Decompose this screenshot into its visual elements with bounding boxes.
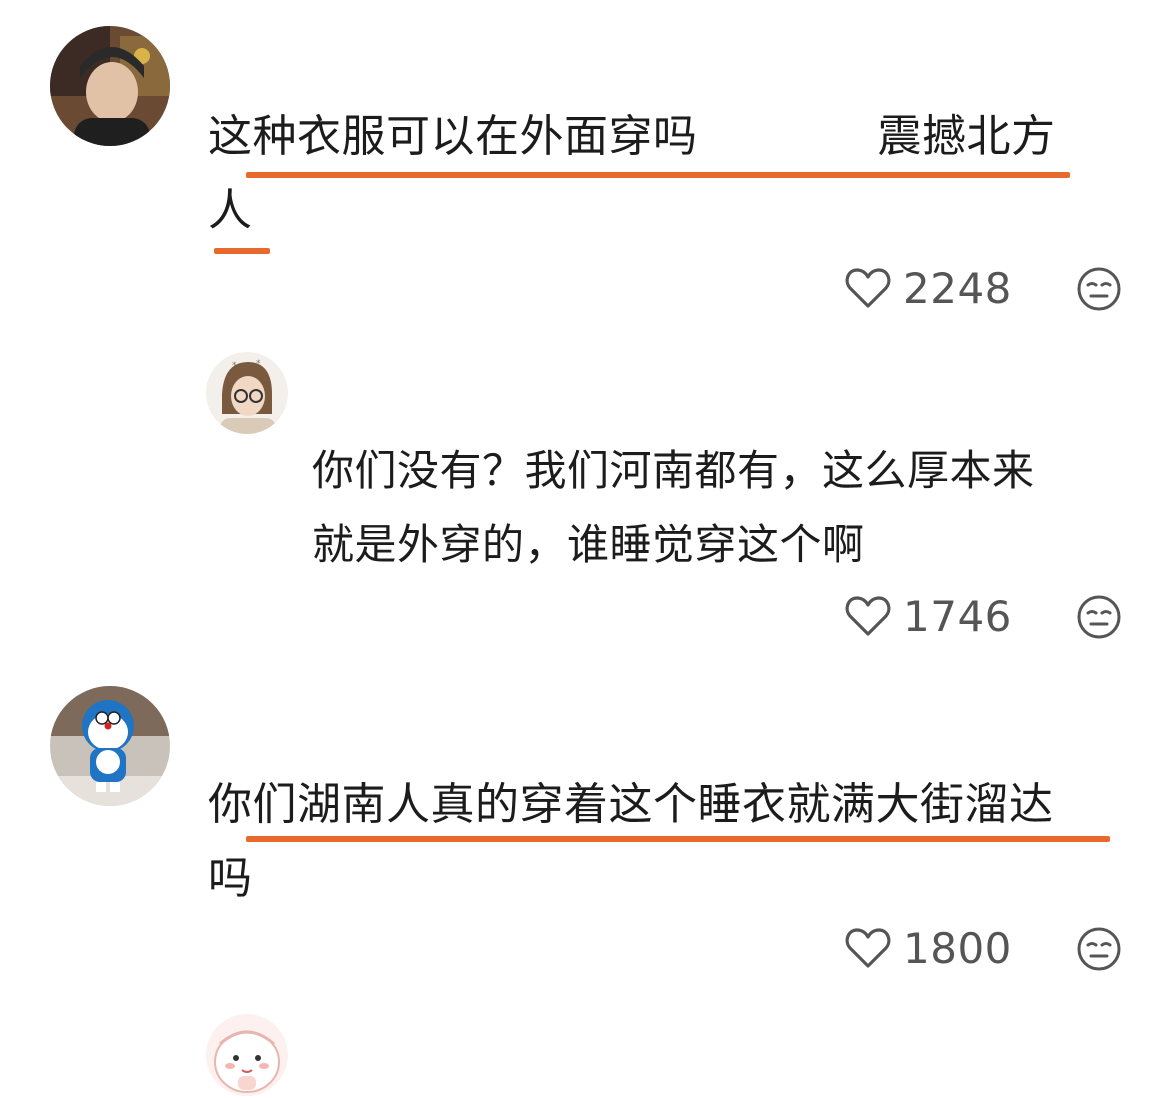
heart-outline-icon bbox=[845, 268, 891, 308]
like-count: 1800 bbox=[903, 923, 1012, 973]
avatar[interactable]: * * bbox=[206, 352, 288, 434]
like-count: 2248 bbox=[903, 263, 1012, 313]
comment-text: 你们湖南人真的穿着这个睡衣就满大街溜达 吗 bbox=[208, 768, 1054, 916]
comment-item: 这种衣服可以在外面穿吗 震撼北方 人 2248 bbox=[0, 0, 1170, 330]
reply-text-line: 你们没有？我们河南都有，这么厚本来 bbox=[312, 446, 1035, 495]
neutral-face-icon bbox=[1077, 595, 1121, 639]
avatar[interactable] bbox=[206, 1014, 288, 1096]
reply-actions: 1746 bbox=[845, 586, 1012, 646]
comment-text-line: 人 bbox=[208, 185, 253, 236]
emoji-reaction-button[interactable] bbox=[1076, 266, 1122, 316]
svg-text:*: * bbox=[256, 359, 261, 369]
like-count: 1746 bbox=[903, 591, 1012, 641]
reply-text-line: 就是外穿的，谁睡觉穿这个啊 bbox=[312, 520, 865, 569]
neutral-face-icon bbox=[1077, 267, 1121, 311]
reply-item: * * 你们没有？我们河南都有，这么厚本来 就是外穿的，谁睡觉穿这个啊 1746 bbox=[0, 330, 1170, 670]
like-button[interactable]: 1746 bbox=[845, 592, 1012, 641]
avatar[interactable] bbox=[50, 26, 170, 146]
avatar[interactable] bbox=[50, 686, 170, 806]
emoji-reaction-button[interactable] bbox=[1076, 594, 1122, 644]
highlight-underline bbox=[246, 172, 1070, 178]
comment-text-part: 这种衣服可以在外面穿吗 bbox=[208, 111, 698, 162]
reply-text: 你们没有？我们河南都有，这么厚本来 就是外穿的，谁睡觉穿这个啊 bbox=[312, 434, 1035, 582]
like-button[interactable]: 2248 bbox=[845, 264, 1012, 313]
highlight-underline bbox=[246, 836, 1110, 842]
svg-text:*: * bbox=[232, 361, 237, 371]
reply-item bbox=[0, 1000, 1170, 1098]
comment-text-line: 你们湖南人真的穿着这个睡衣就满大街溜达 bbox=[208, 779, 1054, 830]
comment-actions: 2248 bbox=[845, 258, 1012, 318]
neutral-face-icon bbox=[1077, 927, 1121, 971]
comment-item: 你们湖南人真的穿着这个睡衣就满大街溜达 吗 1800 bbox=[0, 670, 1170, 1000]
like-button[interactable]: 1800 bbox=[845, 924, 1012, 973]
emoji-reaction-button[interactable] bbox=[1076, 926, 1122, 976]
highlight-underline bbox=[214, 248, 270, 254]
comment-text-part: 震撼北方 bbox=[877, 111, 1056, 162]
comment-text-line: 吗 bbox=[208, 853, 253, 904]
heart-outline-icon bbox=[845, 928, 891, 968]
heart-outline-icon bbox=[845, 596, 891, 636]
comment-actions: 1800 bbox=[845, 918, 1012, 978]
